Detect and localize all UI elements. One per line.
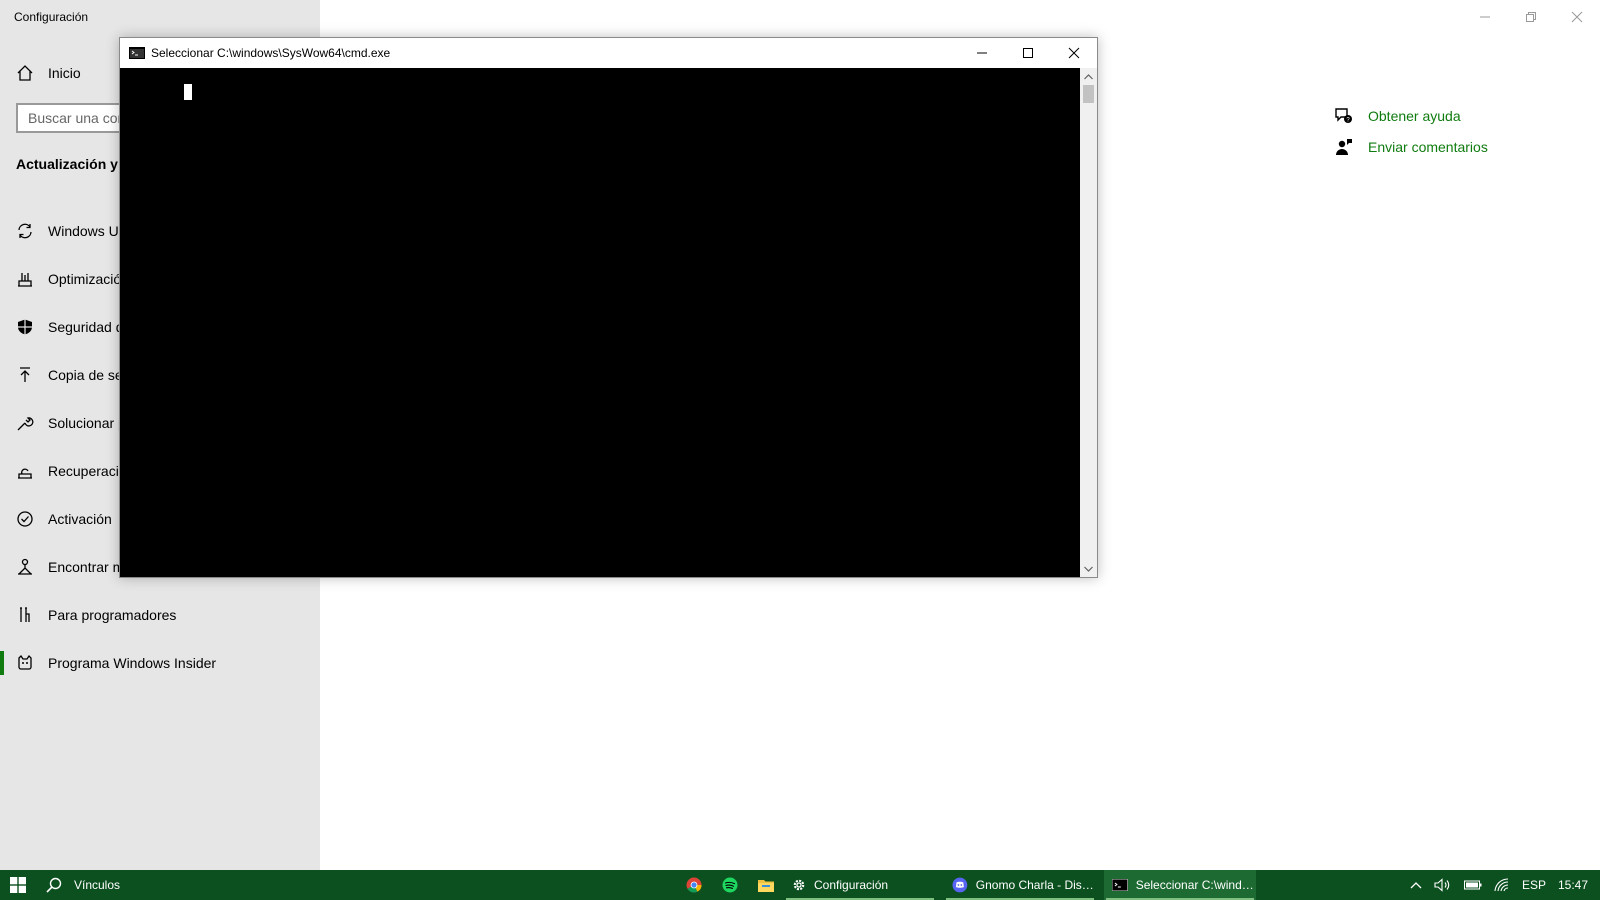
start-button[interactable] — [0, 870, 36, 900]
backup-arrow-icon — [16, 366, 34, 384]
get-help-link[interactable]: ? Obtener ayuda — [1334, 100, 1488, 131]
cmd-console-area[interactable] — [120, 68, 1081, 577]
home-nav-item[interactable]: Inicio — [16, 62, 81, 84]
app-title: Configuración — [14, 10, 89, 24]
chevron-up-icon — [1084, 73, 1093, 79]
spotify-button[interactable] — [712, 870, 748, 900]
delivery-optimization-icon — [16, 270, 34, 288]
close-icon — [1068, 47, 1080, 59]
chevron-down-icon — [1084, 566, 1093, 572]
console-cursor — [184, 84, 192, 100]
task-label: Gnomo Charla - Disc... — [975, 878, 1096, 892]
sidebar-item-label: Para programadores — [48, 607, 177, 623]
maximize-icon — [1023, 48, 1033, 58]
taskbar-task-discord[interactable]: Gnomo Charla - Disc... — [944, 870, 1096, 900]
task-label: Configuración — [814, 878, 889, 892]
taskbar-search-label: Vínculos — [74, 878, 121, 892]
settings-window-controls — [1462, 0, 1600, 34]
cmd-titlebar[interactable]: Seleccionar C:\windows\SysWow64\cmd.exe — [120, 38, 1097, 68]
discord-icon — [952, 877, 968, 893]
taskbar-task-settings[interactable]: Configuración — [784, 870, 936, 900]
battery-button[interactable] — [1458, 870, 1488, 900]
check-circle-icon — [16, 510, 34, 528]
file-explorer-button[interactable] — [748, 870, 784, 900]
recovery-icon — [16, 462, 34, 480]
taskbar-task-cmd[interactable]: Seleccionar C:\windo... — [1104, 870, 1256, 900]
windows-logo-icon — [10, 877, 26, 893]
shield-icon — [16, 318, 34, 336]
find-device-icon — [16, 558, 34, 576]
wrench-icon — [16, 414, 34, 432]
gear-icon — [793, 879, 805, 891]
insider-cat-icon — [16, 654, 34, 672]
cmd-window-controls — [959, 38, 1097, 68]
battery-icon — [1463, 880, 1482, 890]
chrome-icon — [686, 877, 702, 893]
scroll-down-button[interactable] — [1080, 560, 1097, 577]
send-feedback-label: Enviar comentarios — [1368, 138, 1488, 155]
file-explorer-icon — [758, 880, 774, 892]
taskbar-search[interactable]: Vínculos — [36, 870, 646, 900]
cmd-scrollbar[interactable] — [1080, 68, 1097, 577]
volume-button[interactable] — [1428, 870, 1458, 900]
volume-icon — [1434, 878, 1450, 892]
taskbar: Vínculos Configuración Gnomo Charla - Di… — [0, 870, 1600, 900]
cmd-minimize-button[interactable] — [959, 38, 1005, 68]
home-icon — [16, 64, 34, 82]
spotify-icon — [722, 877, 738, 893]
settings-minimize-button[interactable] — [1462, 0, 1508, 34]
network-button[interactable] — [1488, 870, 1516, 900]
cmd-icon — [1112, 879, 1128, 891]
chrome-button[interactable] — [676, 870, 712, 900]
close-icon — [1571, 11, 1583, 23]
minimize-icon — [977, 52, 987, 54]
refresh-icon — [16, 222, 34, 240]
developer-tools-icon — [16, 606, 34, 624]
restore-icon — [1526, 12, 1536, 22]
sidebar-item-label: Activación — [48, 511, 112, 527]
system-tray: ESP 15:47 — [1404, 870, 1600, 900]
cmd-maximize-button[interactable] — [1005, 38, 1051, 68]
sidebar-item-windows-insider[interactable]: Programa Windows Insider — [0, 639, 320, 687]
sidebar-item-label: Programa Windows Insider — [48, 655, 217, 671]
settings-restore-button[interactable] — [1508, 0, 1554, 34]
search-icon — [46, 877, 62, 893]
settings-close-button[interactable] — [1554, 0, 1600, 34]
scroll-thumb[interactable] — [1083, 85, 1094, 103]
help-links: ? Obtener ayuda Enviar comentarios — [1334, 100, 1488, 162]
send-feedback-link[interactable]: Enviar comentarios — [1334, 131, 1488, 162]
taskbar-pinned-apps: Configuración Gnomo Charla - Disc... Sel… — [676, 870, 1256, 900]
wifi-icon — [1494, 878, 1509, 892]
get-help-label: Obtener ayuda — [1368, 107, 1461, 124]
sidebar-item-developers[interactable]: Para programadores — [0, 591, 320, 639]
cmd-window[interactable]: Seleccionar C:\windows\SysWow64\cmd.exe — [119, 37, 1098, 578]
language-indicator[interactable]: ESP — [1516, 870, 1552, 900]
cmd-icon — [129, 47, 145, 59]
cmd-title: Seleccionar C:\windows\SysWow64\cmd.exe — [151, 46, 391, 60]
home-label: Inicio — [48, 65, 81, 81]
show-hidden-icons-button[interactable] — [1404, 870, 1428, 900]
clock[interactable]: 15:47 — [1552, 870, 1600, 900]
scroll-up-button[interactable] — [1080, 68, 1097, 85]
minimize-icon — [1480, 16, 1490, 18]
feedback-person-icon — [1336, 138, 1352, 155]
task-label: Seleccionar C:\windo... — [1135, 878, 1256, 892]
cmd-close-button[interactable] — [1051, 38, 1097, 68]
help-chat-icon: ? — [1335, 107, 1352, 123]
chevron-up-icon — [1410, 882, 1422, 889]
